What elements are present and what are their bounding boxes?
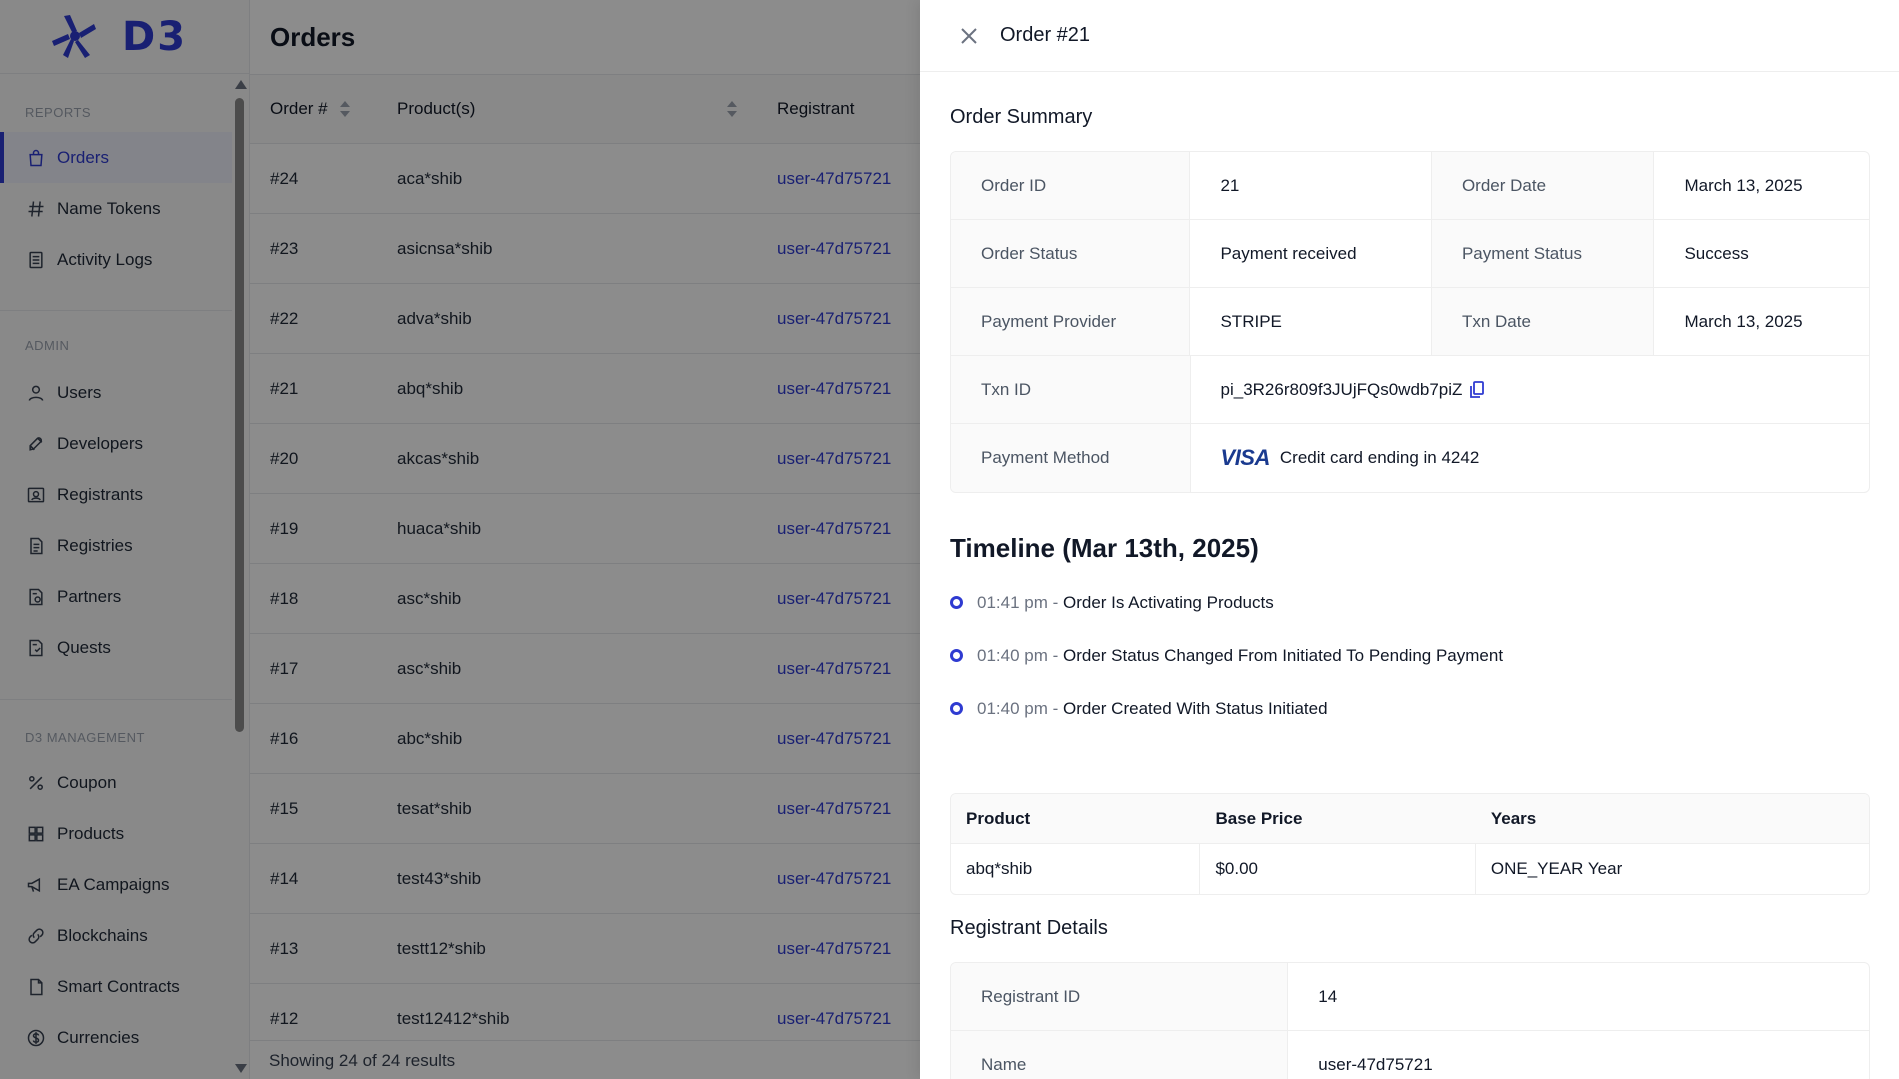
timeline-time: 01:40 pm	[977, 645, 1048, 665]
order-id-value: 21	[1190, 152, 1432, 219]
timeline-separator: -	[1047, 698, 1063, 718]
summary-row: Payment Provider STRIPE Txn Date March 1…	[951, 288, 1869, 356]
timeline-text: Order Created With Status Initiated	[1063, 698, 1328, 718]
payment-provider-label: Payment Provider	[951, 288, 1191, 355]
order-status-label: Order Status	[951, 220, 1191, 287]
drawer-body: Order Summary Order ID 21 Order Date Mar…	[950, 72, 1870, 1079]
order-date-label: Order Date	[1431, 152, 1655, 219]
summary-row: Txn ID pi_3R26r809f3JUjFQs0wdb7piZ	[951, 356, 1869, 424]
visa-logo-icon: VISA	[1220, 445, 1271, 470]
order-detail-drawer: Order #21 Order Summary Order ID 21 Orde…	[920, 0, 1899, 1079]
registrant-row: Name user-47d75721	[951, 1031, 1869, 1079]
products-table-header: Product Base Price Years	[951, 794, 1869, 844]
order-summary-heading: Order Summary	[950, 106, 1093, 128]
txn-id-value: pi_3R26r809f3JUjFQs0wdb7piZ	[1220, 379, 1463, 399]
timeline-dot-icon	[950, 702, 963, 715]
timeline-dot-icon	[950, 649, 963, 662]
close-button[interactable]	[958, 25, 980, 47]
close-icon	[961, 27, 977, 44]
product-base-price: $0.00	[1200, 844, 1476, 894]
timeline-dot-icon	[950, 596, 963, 609]
txn-id-cell: pi_3R26r809f3JUjFQs0wdb7piZ	[1191, 356, 1869, 423]
registrant-row: Registrant ID 14	[951, 963, 1869, 1031]
drawer-header: Order #21	[920, 0, 1899, 72]
summary-row: Order Status Payment received Payment St…	[951, 220, 1869, 288]
modal-backdrop[interactable]	[0, 0, 920, 1079]
timeline-time: 01:41 pm	[977, 592, 1048, 612]
registrant-id-value: 14	[1318, 986, 1338, 1006]
product-name: abq*shib	[951, 844, 1201, 894]
timeline-separator: -	[1047, 592, 1063, 612]
payment-method-cell: VISA Credit card ending in 4242	[1191, 424, 1869, 492]
timeline-text: Order Is Activating Products	[1063, 592, 1274, 612]
column-header-product: Product	[966, 808, 1031, 828]
product-years: ONE_YEAR Year	[1490, 859, 1623, 878]
registrant-id-label: Registrant ID	[951, 963, 1289, 1030]
timeline-item: 01:40 pm - Order Created With Status Ini…	[950, 682, 1870, 735]
registrant-details-heading: Registrant Details	[950, 917, 1108, 939]
payment-status-value: Success	[1684, 243, 1749, 263]
order-id-label: Order ID	[951, 152, 1191, 219]
timeline: 01:41 pm - Order Is Activating Products …	[950, 576, 1870, 735]
timeline-item: 01:41 pm - Order Is Activating Products	[950, 576, 1870, 629]
registrant-name-label: Name	[951, 1031, 1289, 1079]
column-header-base-price: Base Price	[1215, 808, 1303, 828]
copy-icon[interactable]	[1470, 380, 1485, 399]
payment-method-label: Payment Method	[951, 424, 1191, 492]
table-row: abq*shib $0.00 ONE_YEAR Year	[951, 844, 1869, 894]
drawer-title: Order #21	[1000, 24, 1091, 46]
registrant-details-table: Registrant ID 14 Name user-47d75721	[950, 962, 1870, 1079]
registrant-name-value: user-47d75721	[1318, 1055, 1433, 1074]
timeline-item: 01:40 pm - Order Status Changed From Ini…	[950, 629, 1870, 682]
txn-date-label: Txn Date	[1431, 288, 1655, 355]
summary-row: Payment Method VISA Credit card ending i…	[951, 424, 1869, 492]
txn-id-label: Txn ID	[951, 356, 1191, 423]
summary-row: Order ID 21 Order Date March 13, 2025	[951, 152, 1869, 220]
timeline-heading: Timeline (Mar 13th, 2025)	[950, 533, 1259, 563]
order-date-value: March 13, 2025	[1684, 175, 1803, 195]
payment-method-value: Credit card ending in 4242	[1279, 448, 1480, 467]
payment-provider-value: STRIPE	[1190, 288, 1432, 355]
timeline-time: 01:40 pm	[977, 698, 1048, 718]
order-summary-table: Order ID 21 Order Date March 13, 2025 Or…	[950, 151, 1870, 493]
payment-status-label: Payment Status	[1431, 220, 1655, 287]
order-status-value: Payment received	[1190, 220, 1432, 287]
products-table: Product Base Price Years abq*shib $0.00 …	[950, 793, 1870, 895]
timeline-text: Order Status Changed From Initiated To P…	[1063, 645, 1504, 665]
timeline-separator: -	[1047, 645, 1063, 665]
column-header-years: Years	[1490, 808, 1537, 828]
txn-date-value: March 13, 2025	[1684, 311, 1803, 331]
